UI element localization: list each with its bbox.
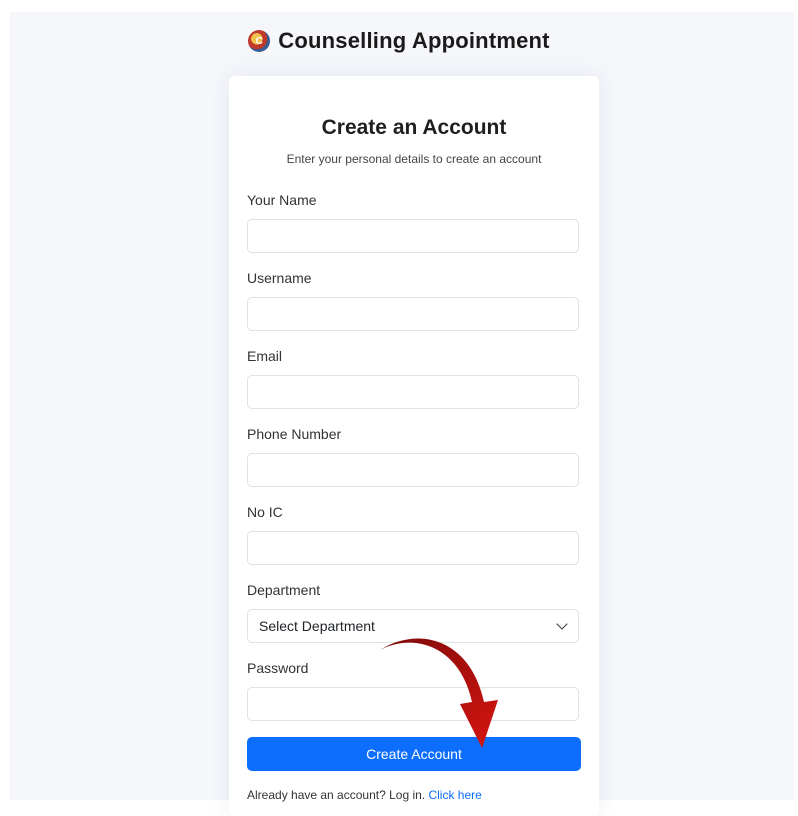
phone-input[interactable] [247, 453, 579, 487]
department-selected-value: Select Department [259, 618, 375, 634]
email-label: Email [247, 348, 283, 364]
register-card: Create an Account Enter your personal de… [229, 76, 599, 816]
password-input[interactable] [247, 687, 579, 721]
email-input[interactable] [247, 375, 579, 409]
brand-header[interactable]: C Counselling Appointment [0, 28, 798, 54]
form-subtitle: Enter your personal details to create an… [286, 152, 542, 166]
form-title: Create an Account [321, 116, 507, 139]
username-label: Username [247, 270, 312, 286]
department-label: Department [247, 582, 321, 598]
create-account-button[interactable]: Create Account [247, 737, 581, 771]
department-select[interactable]: Select Department [247, 609, 579, 643]
password-label: Password [247, 660, 309, 676]
phone-label: Phone Number [247, 426, 342, 442]
name-label: Your Name [247, 192, 317, 208]
ic-label: No IC [247, 504, 283, 520]
chevron-down-icon [556, 618, 568, 630]
name-input[interactable] [247, 219, 579, 253]
username-input[interactable] [247, 297, 579, 331]
logo-icon: C [248, 30, 271, 52]
ic-input[interactable] [247, 531, 579, 565]
app-title: Counselling Appointment [278, 28, 550, 53]
